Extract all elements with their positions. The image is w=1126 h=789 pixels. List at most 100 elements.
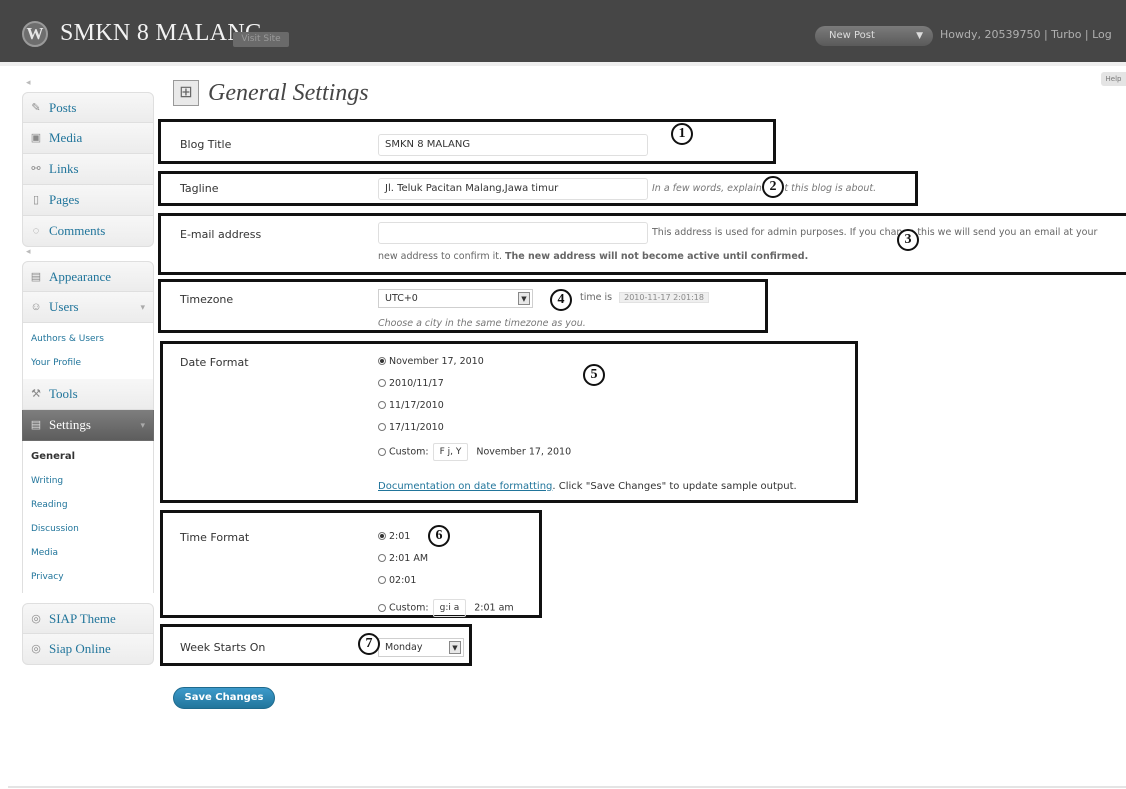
submenu-item-general[interactable]: General (23, 445, 153, 469)
admin-sidebar: ◂ ✎ Posts ▣ Media ⚯ Links ▯ Pages ◌ Comm… (22, 78, 154, 665)
settings-icon: ▤ (30, 419, 42, 431)
select-arrow-icon[interactable]: ▼ (518, 292, 530, 305)
radio-button[interactable] (378, 554, 386, 562)
radio-button[interactable] (378, 401, 386, 409)
sidebar-item-label: Links (49, 161, 79, 176)
annotation-number-2: 2 (762, 176, 784, 198)
radio-button[interactable] (378, 603, 386, 612)
theme-icon: ◎ (31, 613, 41, 625)
chevron-down-icon[interactable]: ▼ (916, 26, 923, 46)
tagline-input[interactable]: Jl. Teluk Pacitan Malang,Jawa timur (378, 178, 648, 200)
submenu-item-writing[interactable]: Writing (23, 469, 153, 493)
sidebar-item-media[interactable]: ▣ Media (22, 123, 154, 154)
radio-button[interactable] (378, 423, 386, 431)
settings-page-icon: ⊞ (173, 80, 199, 106)
new-post-dropdown[interactable]: New Post ▼ (815, 26, 933, 46)
link-icon: ⚯ (31, 163, 41, 175)
users-icon: ☺ (30, 301, 42, 313)
time-option-custom[interactable]: Custom: g:i a 2:01 am (378, 599, 514, 617)
radio-button[interactable] (378, 379, 386, 387)
annotation-number-7: 7 (358, 633, 380, 655)
annotation-number-6: 6 (428, 525, 450, 547)
email-hint-warning: The new address will not become active u… (505, 251, 809, 262)
online-icon: ◎ (31, 643, 41, 655)
custom-label: Custom: (389, 446, 429, 458)
radio-button-selected[interactable] (378, 357, 386, 365)
sidebar-item-label: Tools (49, 386, 78, 401)
week-starts-label: Week Starts On (180, 641, 266, 654)
submenu-item-your-profile[interactable]: Your Profile (23, 351, 153, 375)
submenu-item-privacy[interactable]: Privacy (23, 565, 153, 589)
menu-spacer (22, 593, 154, 603)
sidebar-item-appearance[interactable]: ▤ Appearance (22, 261, 154, 292)
time-option-3[interactable]: 02:01 (378, 575, 416, 586)
page-title: General Settings (208, 80, 369, 106)
sidebar-item-settings[interactable]: ▤ Settings ▾ (22, 410, 154, 441)
time-format-label: Time Format (180, 531, 250, 544)
timezone-label: Timezone (180, 293, 234, 306)
date-option-3[interactable]: 11/17/2010 (378, 400, 444, 411)
time-option-2[interactable]: 2:01 AM (378, 553, 428, 564)
utc-time-label: time is (580, 292, 613, 303)
admin-header: W SMKN 8 MALANG Visit Site New Post ▼ Ho… (0, 0, 1126, 66)
comment-icon: ◌ (32, 225, 40, 237)
menu-separator: ◂ (26, 247, 31, 257)
submenu-item-authors-users[interactable]: Authors & Users (23, 327, 153, 351)
timezone-select[interactable]: UTC+0 ▼ (378, 289, 533, 308)
user-greeting[interactable]: Howdy, 20539750 | Turbo | Log (940, 28, 1112, 41)
submenu-item-discussion[interactable]: Discussion (23, 517, 153, 541)
date-option-1[interactable]: November 17, 2010 (378, 356, 484, 367)
sidebar-item-pages[interactable]: ▯ Pages (22, 185, 154, 216)
collapse-separator-icon[interactable]: ◂ (22, 78, 154, 92)
sidebar-item-users[interactable]: ☺ Users ▾ (22, 292, 154, 323)
email-input[interactable] (378, 222, 648, 244)
radio-button[interactable] (378, 576, 386, 584)
time-option-label: 2:01 (389, 531, 411, 542)
page-icon: ▯ (32, 194, 40, 206)
chevron-down-icon[interactable]: ▾ (140, 410, 145, 440)
radio-button-selected[interactable] (378, 532, 386, 540)
submenu-item-media[interactable]: Media (23, 541, 153, 565)
settings-submenu: General Writing Reading Discussion Media… (22, 441, 154, 593)
submenu-item-reading[interactable]: Reading (23, 493, 153, 517)
date-option-2[interactable]: 2010/11/17 (378, 378, 444, 389)
date-custom-preview: November 17, 2010 (476, 446, 572, 458)
utc-time-value: 2010-11-17 2:01:18 (619, 292, 709, 303)
help-tab[interactable]: Help (1101, 72, 1126, 86)
sidebar-item-posts[interactable]: ✎ Posts (22, 92, 154, 123)
week-starts-select[interactable]: Monday ▼ (378, 638, 464, 657)
tagline-label: Tagline (180, 182, 219, 195)
chevron-down-icon[interactable]: ▾ (140, 292, 145, 322)
appearance-icon: ▤ (30, 271, 42, 283)
select-arrow-icon[interactable]: ▼ (449, 641, 461, 654)
sidebar-item-label: Posts (49, 100, 77, 115)
date-option-4[interactable]: 17/11/2010 (378, 422, 444, 433)
sidebar-item-label: Users (49, 299, 79, 314)
sidebar-item-tools[interactable]: ⚒ Tools (22, 379, 154, 410)
new-post-label: New Post (829, 30, 875, 41)
sidebar-item-label: Comments (49, 223, 106, 238)
sidebar-item-links[interactable]: ⚯ Links (22, 154, 154, 185)
sidebar-item-siap-theme[interactable]: ◎ SIAP Theme (22, 603, 154, 634)
date-custom-input[interactable]: F j, Y (432, 443, 469, 461)
sidebar-item-siap-online[interactable]: ◎ Siap Online (22, 634, 154, 665)
wordpress-logo-icon[interactable]: W (22, 21, 48, 47)
email-hint-line-2: new address to confirm it. The new addre… (378, 251, 808, 262)
sidebar-item-label: Siap Online (49, 641, 111, 656)
annotation-box-5 (160, 341, 858, 503)
sidebar-item-comments[interactable]: ◌ Comments (22, 216, 154, 247)
users-submenu: Authors & Users Your Profile (22, 323, 154, 379)
week-selected-value: Monday (385, 642, 423, 653)
utc-time-info: time is 2010-11-17 2:01:18 (580, 292, 709, 303)
radio-button[interactable] (378, 447, 386, 456)
sidebar-item-label: SIAP Theme (49, 611, 116, 626)
blog-title-input[interactable]: SMKN 8 MALANG (378, 134, 648, 156)
time-option-1[interactable]: 2:01 (378, 531, 410, 542)
sidebar-item-label: Settings (49, 417, 91, 432)
date-option-custom[interactable]: Custom: F j, Y November 17, 2010 (378, 443, 571, 461)
save-changes-button[interactable]: Save Changes (173, 687, 275, 709)
visit-site-button[interactable]: Visit Site (233, 32, 289, 47)
date-doc-link[interactable]: Documentation on date formatting (378, 481, 552, 492)
tools-icon: ⚒ (31, 388, 41, 400)
time-custom-input[interactable]: g:i a (432, 599, 467, 617)
